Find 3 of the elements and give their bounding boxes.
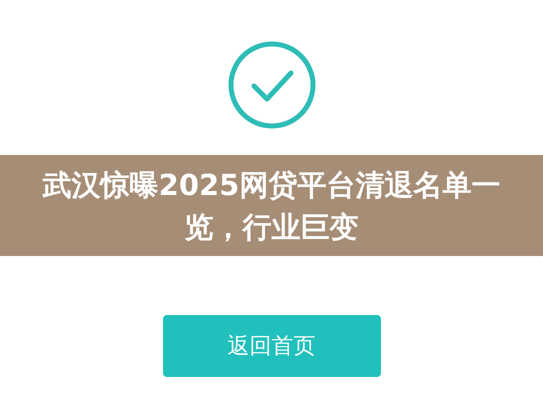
check-circle-icon	[226, 40, 316, 130]
home-button[interactable]: 返回首页	[162, 315, 380, 377]
banner-title: 武汉惊曝2025网贷平台清退名单一览，行业巨变	[42, 166, 502, 246]
